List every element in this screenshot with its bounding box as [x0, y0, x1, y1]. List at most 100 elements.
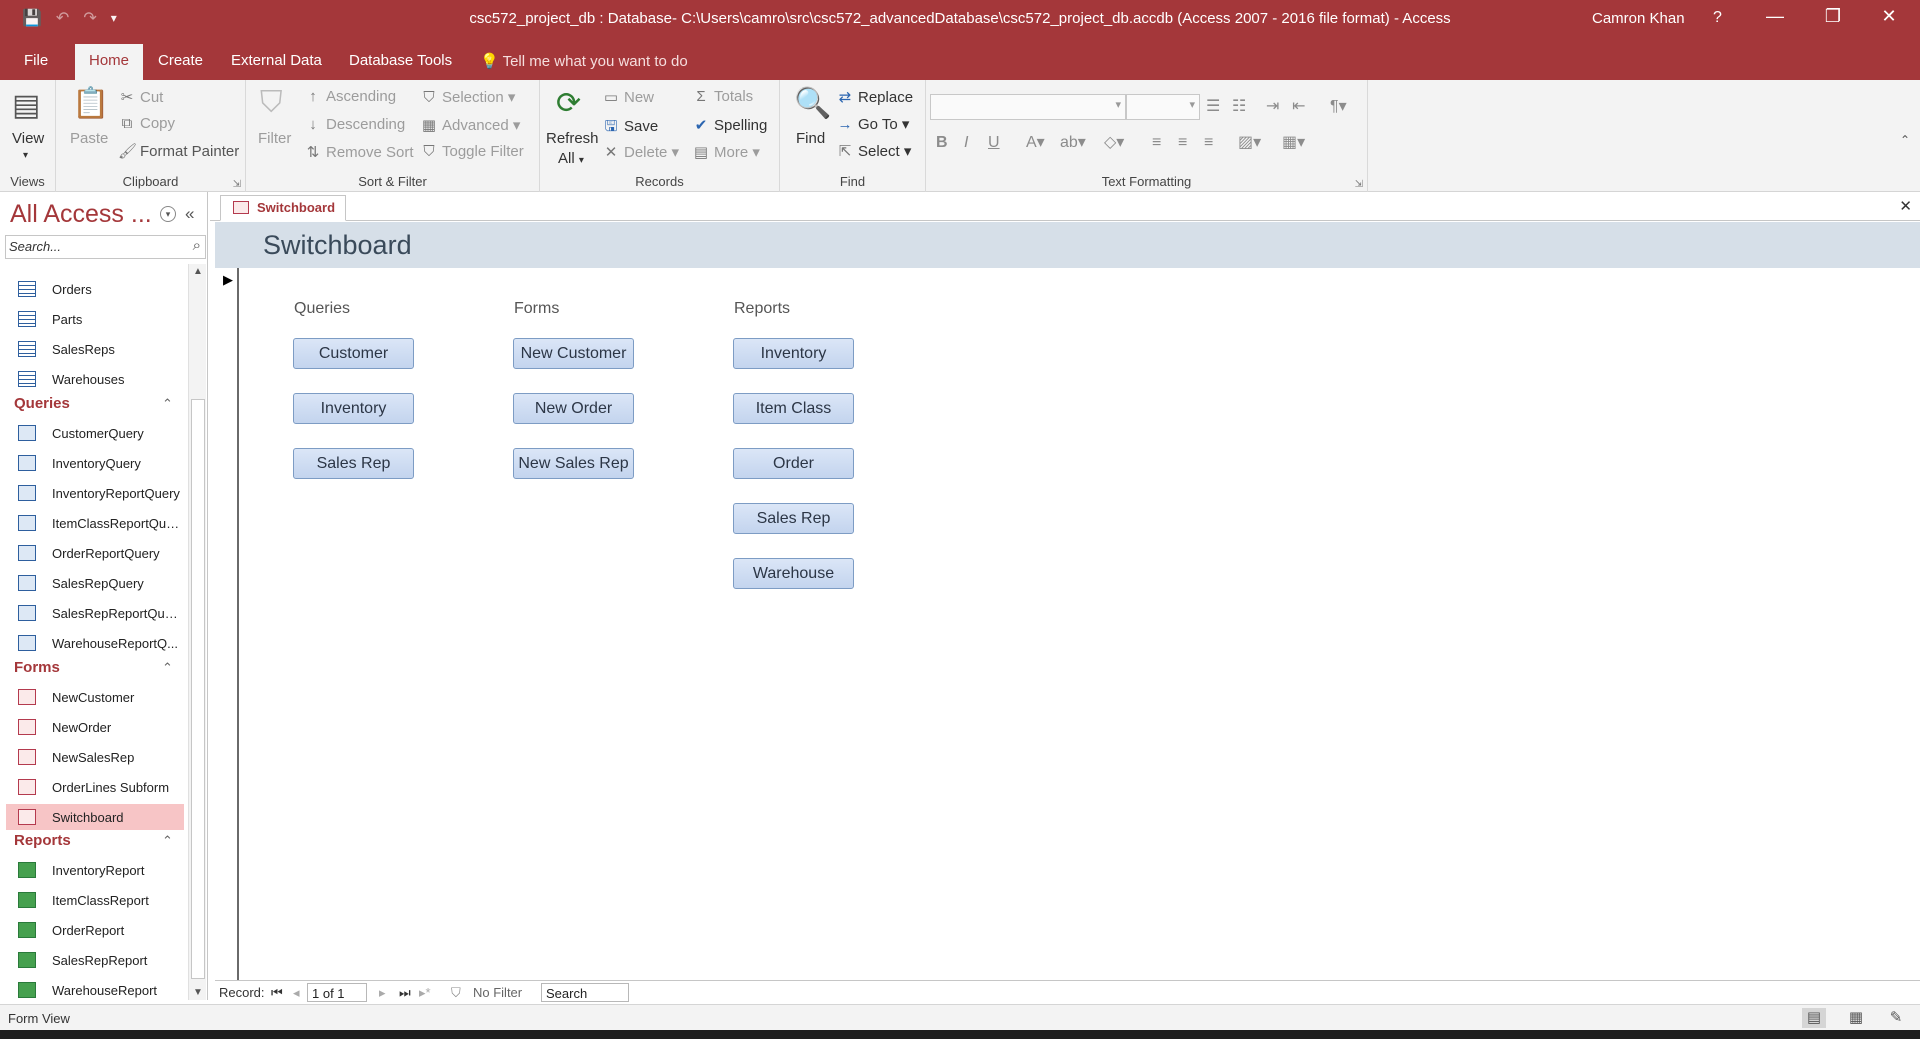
nav-item-newsalesrep[interactable]: NewSalesRep: [6, 744, 184, 770]
refresh-all-button[interactable]: Refresh: [546, 130, 599, 147]
copy-button[interactable]: ⧉ Copy: [118, 115, 175, 132]
tab-external-data[interactable]: External Data: [231, 52, 322, 69]
scrollbar-thumb[interactable]: [191, 399, 205, 979]
scroll-up-icon[interactable]: ▲: [193, 266, 203, 277]
order-report-button[interactable]: Order: [733, 448, 854, 479]
refresh-all-label[interactable]: All ▾: [558, 150, 584, 167]
bullets-icon[interactable]: ☰: [1206, 96, 1220, 116]
shutter-bar-close-icon[interactable]: «: [185, 204, 194, 224]
tab-create[interactable]: Create: [158, 52, 203, 69]
tab-database-tools[interactable]: Database Tools: [349, 52, 452, 69]
nav-item-salesrepreportquery[interactable]: SalesRepReportQuery: [6, 600, 184, 626]
nav-item-warehousereport[interactable]: WarehouseReport: [6, 977, 184, 1000]
form-view-icon[interactable]: ▤: [1802, 1008, 1826, 1028]
nav-section-reports[interactable]: Reports: [14, 832, 71, 849]
paragraph-direction-icon[interactable]: ¶▾: [1330, 96, 1347, 116]
layout-view-icon[interactable]: ▦: [1844, 1008, 1868, 1028]
nav-item-inventoryquery[interactable]: InventoryQuery: [6, 450, 184, 476]
increase-indent-icon[interactable]: ⇥: [1266, 96, 1279, 116]
selection-button[interactable]: ⛉ Selection ▾: [420, 88, 515, 106]
next-record-icon[interactable]: ▸: [379, 985, 386, 1001]
tell-me-box[interactable]: 💡 Tell me what you want to do: [480, 52, 688, 70]
fill-color-icon[interactable]: ◇▾: [1104, 132, 1124, 152]
search-icon[interactable]: ⌕: [193, 237, 201, 254]
font-size-combo[interactable]: ▾: [1126, 94, 1200, 120]
more-button[interactable]: ▤ More ▾: [692, 143, 760, 161]
advanced-button[interactable]: ▦ Advanced ▾: [420, 116, 521, 134]
inventory-report-button[interactable]: Inventory: [733, 338, 854, 369]
remove-sort-button[interactable]: ⇅ Remove Sort: [304, 143, 414, 161]
previous-record-icon[interactable]: ◂: [293, 985, 300, 1001]
record-search-input[interactable]: Search: [541, 983, 629, 1002]
nav-item-orderreport[interactable]: OrderReport: [6, 917, 184, 943]
decrease-indent-icon[interactable]: ⇤: [1292, 96, 1305, 116]
font-color-icon[interactable]: A▾: [1026, 132, 1045, 152]
new-record-nav-icon[interactable]: ▸*: [419, 985, 431, 1001]
underline-icon[interactable]: U: [988, 134, 1000, 152]
user-name[interactable]: Camron Khan: [1592, 10, 1685, 27]
last-record-icon[interactable]: ⏭: [399, 985, 411, 1001]
highlight-icon[interactable]: ab▾: [1060, 132, 1086, 152]
close-document-icon[interactable]: ✕: [1899, 197, 1912, 215]
collapse-section-icon[interactable]: ⌃: [162, 396, 173, 412]
gridlines-icon[interactable]: ▦▾: [1282, 132, 1305, 152]
align-right-icon[interactable]: ≡: [1204, 134, 1213, 152]
alternate-row-color-icon[interactable]: ▨▾: [1238, 132, 1261, 152]
goto-button[interactable]: → Go To ▾: [836, 115, 910, 133]
nav-item-itemclassreport[interactable]: ItemClassReport: [6, 887, 184, 913]
new-order-form-button[interactable]: New Order: [513, 393, 634, 424]
align-left-icon[interactable]: ≡: [1152, 134, 1161, 152]
descending-button[interactable]: ↓ Descending: [304, 116, 405, 133]
doc-tab-switchboard[interactable]: Switchboard: [220, 195, 347, 221]
nav-item-orders[interactable]: Orders: [6, 276, 184, 302]
nav-item-inventoryreport[interactable]: InventoryReport: [6, 857, 184, 883]
nav-scrollbar[interactable]: ▲ ▼: [188, 264, 206, 1000]
nav-section-queries[interactable]: Queries: [14, 395, 70, 412]
save-record-button[interactable]: 🖫 Save: [602, 116, 659, 141]
nav-item-inventoryreportquery[interactable]: InventoryReportQuery: [6, 480, 184, 506]
collapse-section-icon[interactable]: ⌃: [162, 660, 173, 676]
nav-item-salesrepreport[interactable]: SalesRepReport: [6, 947, 184, 973]
totals-button[interactable]: Σ Totals: [692, 88, 753, 105]
first-record-icon[interactable]: ⏮: [271, 985, 283, 1001]
find-button[interactable]: Find: [796, 130, 825, 147]
warehouse-report-button[interactable]: Warehouse: [733, 558, 854, 589]
italic-icon[interactable]: I: [964, 134, 968, 152]
nav-item-orderreportquery[interactable]: OrderReportQuery: [6, 540, 184, 566]
toggle-filter-button[interactable]: ⛉ Toggle Filter: [420, 143, 523, 160]
replace-button[interactable]: ⇄ Replace: [836, 88, 913, 106]
current-record-field[interactable]: 1 of 1: [307, 983, 367, 1002]
bold-icon[interactable]: B: [936, 134, 948, 152]
nav-item-itemclassreportquery[interactable]: ItemClassReportQue...: [6, 510, 184, 536]
delete-record-button[interactable]: ✕ Delete ▾: [602, 143, 679, 161]
nav-search-input[interactable]: Search... ⌕: [5, 235, 206, 259]
inventory-query-button[interactable]: Inventory: [293, 393, 414, 424]
new-customer-form-button[interactable]: New Customer: [513, 338, 634, 369]
restore-button[interactable]: ❐: [1810, 6, 1856, 27]
nav-item-salesreps[interactable]: SalesReps: [6, 336, 184, 362]
filter-button[interactable]: Filter: [258, 130, 291, 147]
align-center-icon[interactable]: ≡: [1178, 134, 1187, 152]
view-button[interactable]: View: [12, 130, 44, 147]
nav-item-orderlines-subform[interactable]: OrderLines Subform: [6, 774, 184, 800]
format-painter-button[interactable]: 🖌 Format Painter: [118, 142, 239, 160]
collapse-ribbon-icon[interactable]: ⌃: [1900, 133, 1910, 147]
design-view-icon[interactable]: ✎: [1884, 1008, 1908, 1028]
nav-item-newcustomer[interactable]: NewCustomer: [6, 684, 184, 710]
new-record-button[interactable]: ▭ New: [602, 88, 654, 106]
tab-file[interactable]: File: [24, 52, 48, 69]
sales-rep-query-button[interactable]: Sales Rep: [293, 448, 414, 479]
nav-item-switchboard[interactable]: Switchboard: [6, 804, 184, 830]
font-name-combo[interactable]: ▾: [930, 94, 1126, 120]
nav-item-parts[interactable]: Parts: [6, 306, 184, 332]
clipboard-launcher-icon[interactable]: ⇲: [233, 179, 241, 190]
cut-button[interactable]: ✂ Cut: [118, 88, 164, 106]
tab-home[interactable]: Home: [75, 44, 144, 80]
numbering-icon[interactable]: ☷: [1232, 96, 1246, 116]
paste-button[interactable]: Paste: [70, 130, 108, 147]
nav-item-neworder[interactable]: NewOrder: [6, 714, 184, 740]
collapse-section-icon[interactable]: ⌃: [162, 833, 173, 849]
new-sales-rep-form-button[interactable]: New Sales Rep: [513, 448, 634, 479]
nav-section-forms[interactable]: Forms: [14, 659, 60, 676]
item-class-report-button[interactable]: Item Class: [733, 393, 854, 424]
